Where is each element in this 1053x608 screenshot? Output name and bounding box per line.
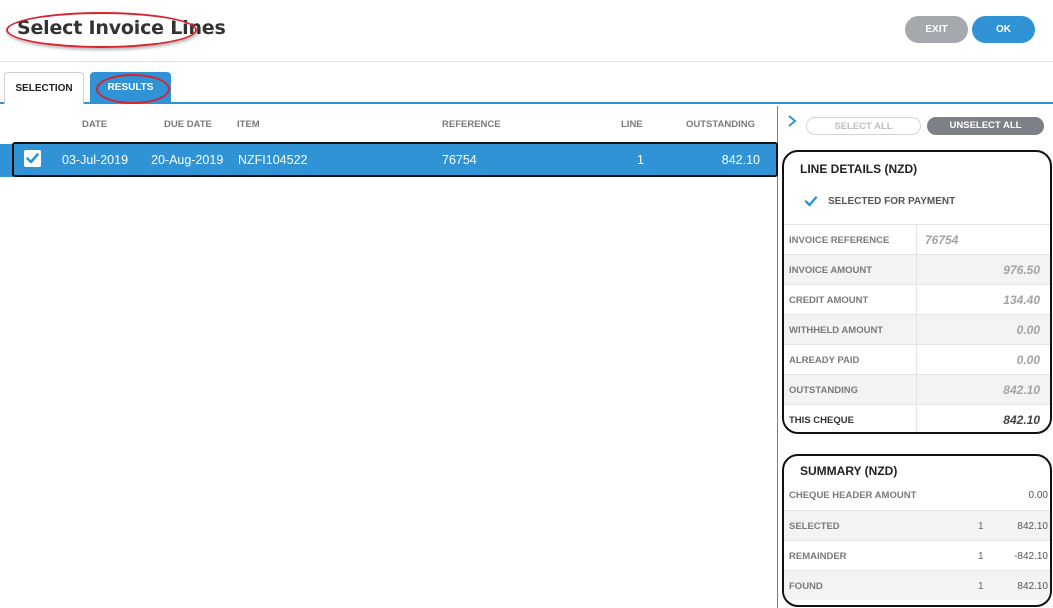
summary-panel: SUMMARY (NZD) CHEQUE HEADER AMOUNT 0.00 … [782,454,1052,607]
this-cheque-input[interactable]: 842.10 [1003,413,1040,427]
column-header-due-date[interactable]: DUE DATE [164,119,212,130]
checkmark-icon [26,153,39,164]
summary-value: 842.10 [1017,581,1048,592]
summary-value: 0.00 [1028,490,1048,501]
table-row[interactable]: 03-Jul-2019 20-Aug-2019 NZFI104522 76754… [12,142,778,177]
grid-header: DATE DUE DATE ITEM REFERENCE LINE OUTSTA… [0,106,778,142]
exit-button[interactable]: EXIT [905,16,968,43]
detail-label: OUTSTANDING [789,385,858,396]
column-header-date[interactable]: DATE [82,119,107,130]
summary-title: SUMMARY (NZD) [800,464,898,478]
unselect-all-button[interactable]: UNSELECT ALL [927,117,1044,135]
detail-row-credit-amount: CREDIT AMOUNT 134.40 [784,284,1050,315]
column-divider [916,285,917,315]
row-checkbox[interactable] [24,150,41,167]
column-divider [916,315,917,345]
summary-label: FOUND [789,581,823,592]
checkmark-icon [804,196,818,207]
detail-row-withheld-amount: WITHHELD AMOUNT 0.00 [784,314,1050,345]
ok-button[interactable]: OK [972,16,1035,43]
detail-label: CREDIT AMOUNT [789,295,869,306]
summary-count: 1 [978,551,984,562]
summary-label: SELECTED [789,521,840,532]
column-header-outstanding[interactable]: OUTSTANDING [686,119,755,130]
detail-label: THIS CHEQUE [789,415,854,426]
summary-row-cheque-header-amount: CHEQUE HEADER AMOUNT 0.00 [784,480,1050,510]
chevron-right-icon[interactable] [787,114,797,128]
cell-reference: 76754 [442,153,477,167]
tab-bar: SELECTION RESULTS [0,62,1053,104]
detail-label: WITHHELD AMOUNT [789,325,884,336]
column-divider [916,405,917,432]
column-divider [916,255,917,285]
summary-value: -842.10 [1014,551,1048,562]
cell-line: 1 [637,153,644,167]
detail-value: 842.10 [1003,383,1040,397]
column-divider [916,375,917,405]
tab-selection[interactable]: SELECTION [4,72,84,104]
cell-outstanding: 842.10 [721,153,760,167]
side-panel: SELECT ALL UNSELECT ALL LINE DETAILS (NZ… [779,106,1053,608]
selected-for-payment-label: SELECTED FOR PAYMENT [828,196,956,207]
summary-count: 1 [978,581,984,592]
select-all-button[interactable]: SELECT ALL [806,117,921,135]
line-details-panel: LINE DETAILS (NZD) SELECTED FOR PAYMENT … [782,150,1052,434]
summary-count: 1 [978,521,984,532]
summary-label: REMAINDER [789,551,847,562]
page-header: Select Invoice Lines EXIT OK [0,0,1053,62]
summary-row-remainder: REMAINDER 1 -842.10 [784,540,1050,570]
cell-due-date: 20-Aug-2019 [151,153,224,167]
detail-label: INVOICE REFERENCE [789,235,890,246]
detail-row-outstanding: OUTSTANDING 842.10 [784,374,1050,405]
detail-label: INVOICE AMOUNT [789,265,873,276]
summary-row-found: FOUND 1 842.10 [784,570,1050,600]
detail-value: 0.00 [1016,323,1040,337]
detail-row-invoice-amount: INVOICE AMOUNT 976.50 [784,254,1050,285]
detail-row-invoice-reference: INVOICE REFERENCE 76754 [784,224,1050,255]
detail-row-already-paid: ALREADY PAID 0.00 [784,344,1050,375]
line-details-title: LINE DETAILS (NZD) [800,162,918,176]
detail-value: 134.40 [1003,293,1040,307]
column-header-reference[interactable]: REFERENCE [442,119,501,130]
page-title: Select Invoice Lines [17,17,226,39]
column-header-item[interactable]: ITEM [237,119,260,130]
invoice-lines-grid: DATE DUE DATE ITEM REFERENCE LINE OUTSTA… [0,106,778,608]
cell-item: NZFI104522 [238,153,308,167]
detail-value: 0.00 [1016,353,1040,367]
detail-value: 976.50 [1003,263,1040,277]
tab-results[interactable]: RESULTS [90,72,171,104]
detail-value: 76754 [925,233,959,247]
column-divider [916,345,917,375]
summary-label: CHEQUE HEADER AMOUNT [789,490,917,501]
summary-value: 842.10 [1017,521,1048,532]
detail-label: ALREADY PAID [789,355,860,366]
detail-row-this-cheque: THIS CHEQUE 842.10 [784,404,1050,432]
cell-date: 03-Jul-2019 [62,153,129,167]
summary-row-selected: SELECTED 1 842.10 [784,510,1050,540]
column-header-line[interactable]: LINE [621,119,643,130]
column-divider [916,225,917,255]
